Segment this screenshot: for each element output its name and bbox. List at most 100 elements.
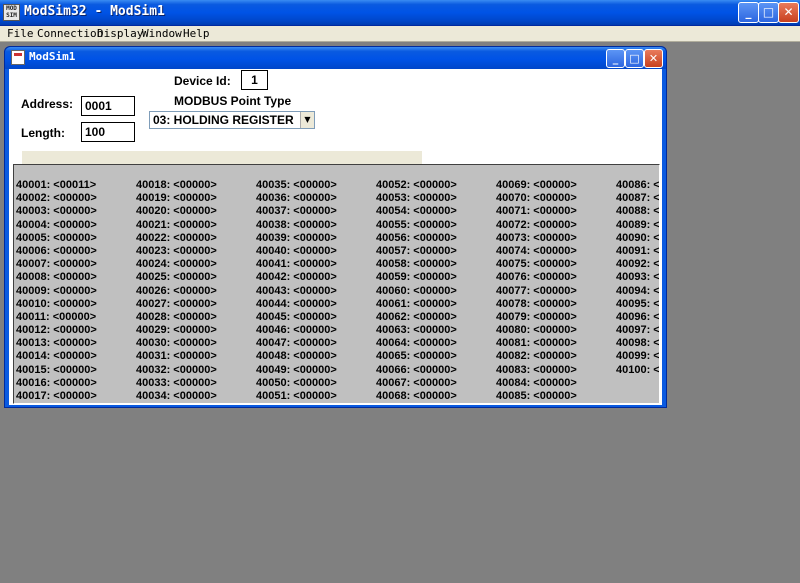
register-entry[interactable]: 40013: <00000> bbox=[16, 337, 97, 350]
register-entry[interactable]: 40018: <00000> bbox=[136, 179, 217, 192]
register-entry[interactable]: 40040: <00000> bbox=[256, 245, 337, 258]
register-entry[interactable]: 40053: <00000> bbox=[376, 192, 457, 205]
menu-connection[interactable]: Connection bbox=[37, 27, 103, 40]
register-entry[interactable]: 40080: <00000> bbox=[496, 324, 577, 337]
register-entry[interactable]: 40098: <0 bbox=[616, 337, 659, 350]
app-maximize-button[interactable]: □ bbox=[758, 2, 779, 23]
register-entry[interactable]: 40083: <00000> bbox=[496, 364, 577, 377]
register-entry[interactable]: 40086: <0 bbox=[616, 179, 659, 192]
app-minimize-button[interactable]: _ bbox=[738, 2, 759, 23]
register-entry[interactable]: 40068: <00000> bbox=[376, 390, 457, 403]
register-entry[interactable]: 40014: <00000> bbox=[16, 350, 97, 363]
register-entry[interactable]: 40026: <00000> bbox=[136, 285, 217, 298]
register-entry[interactable]: 40070: <00000> bbox=[496, 192, 577, 205]
register-entry[interactable]: 40017: <00000> bbox=[16, 390, 97, 403]
register-entry[interactable]: 40058: <00000> bbox=[376, 258, 457, 271]
menu-display[interactable]: Display bbox=[97, 27, 143, 40]
register-entry[interactable]: 40006: <00000> bbox=[16, 245, 97, 258]
register-entry[interactable]: 40049: <00000> bbox=[256, 364, 337, 377]
register-entry[interactable]: 40100: <0 bbox=[616, 364, 659, 377]
modsim-app-icon[interactable]: MOD SIM bbox=[3, 4, 20, 21]
register-entry[interactable]: 40028: <00000> bbox=[136, 311, 217, 324]
register-entry[interactable]: 40042: <00000> bbox=[256, 271, 337, 284]
register-entry[interactable]: 40096: <0 bbox=[616, 311, 659, 324]
point-type-select[interactable]: 03: HOLDING REGISTER ▼ bbox=[149, 111, 315, 129]
register-entry[interactable]: 40016: <00000> bbox=[16, 377, 97, 390]
child-minimize-button[interactable]: _ bbox=[606, 49, 625, 68]
register-entry[interactable]: 40003: <00000> bbox=[16, 205, 97, 218]
register-entry[interactable]: 40002: <00000> bbox=[16, 192, 97, 205]
register-entry[interactable]: 40089: <0 bbox=[616, 219, 659, 232]
register-entry[interactable]: 40075: <00000> bbox=[496, 258, 577, 271]
length-field[interactable]: 100 bbox=[81, 122, 135, 142]
register-entry[interactable]: 40052: <00000> bbox=[376, 179, 457, 192]
register-entry[interactable]: 40056: <00000> bbox=[376, 232, 457, 245]
app-title-bar[interactable]: MOD SIM ModSim32 - ModSim1 _ □ ✕ bbox=[0, 0, 800, 26]
register-entry[interactable]: 40067: <00000> bbox=[376, 377, 457, 390]
register-entry[interactable]: 40073: <00000> bbox=[496, 232, 577, 245]
register-entry[interactable]: 40061: <00000> bbox=[376, 298, 457, 311]
device-id-field[interactable]: 1 bbox=[241, 70, 268, 90]
register-entry[interactable]: 40077: <00000> bbox=[496, 285, 577, 298]
register-entry[interactable]: 40087: <0 bbox=[616, 192, 659, 205]
register-entry[interactable]: 40081: <00000> bbox=[496, 337, 577, 350]
register-entry[interactable]: 40088: <0 bbox=[616, 205, 659, 218]
register-entry[interactable]: 40001: <00011> bbox=[16, 179, 97, 192]
menu-file[interactable]: File bbox=[7, 27, 34, 40]
register-entry[interactable]: 40057: <00000> bbox=[376, 245, 457, 258]
register-entry[interactable]: 40034: <00000> bbox=[136, 390, 217, 403]
register-entry[interactable]: 40047: <00000> bbox=[256, 337, 337, 350]
register-entry[interactable]: 40095: <0 bbox=[616, 298, 659, 311]
register-entry[interactable]: 40090: <0 bbox=[616, 232, 659, 245]
register-entry[interactable]: 40074: <00000> bbox=[496, 245, 577, 258]
register-entry[interactable]: 40029: <00000> bbox=[136, 324, 217, 337]
register-entry[interactable]: 40037: <00000> bbox=[256, 205, 337, 218]
register-entry[interactable]: 40065: <00000> bbox=[376, 350, 457, 363]
register-entry[interactable]: 40023: <00000> bbox=[136, 245, 217, 258]
app-close-button[interactable]: ✕ bbox=[778, 2, 799, 23]
register-entry[interactable]: 40012: <00000> bbox=[16, 324, 97, 337]
register-entry[interactable]: 40024: <00000> bbox=[136, 258, 217, 271]
register-entry[interactable]: 40064: <00000> bbox=[376, 337, 457, 350]
register-entry[interactable]: 40062: <00000> bbox=[376, 311, 457, 324]
register-entry[interactable]: 40078: <00000> bbox=[496, 298, 577, 311]
register-entry[interactable]: 40004: <00000> bbox=[16, 219, 97, 232]
register-entry[interactable]: 40019: <00000> bbox=[136, 192, 217, 205]
menu-window[interactable]: Window bbox=[142, 27, 182, 40]
register-entry[interactable]: 40076: <00000> bbox=[496, 271, 577, 284]
register-entry[interactable]: 40020: <00000> bbox=[136, 205, 217, 218]
register-entry[interactable]: 40039: <00000> bbox=[256, 232, 337, 245]
register-entry[interactable]: 40011: <00000> bbox=[16, 311, 97, 324]
address-field[interactable]: 0001 bbox=[81, 96, 135, 116]
register-entry[interactable]: 40054: <00000> bbox=[376, 205, 457, 218]
register-entry[interactable]: 40045: <00000> bbox=[256, 311, 337, 324]
register-entry[interactable]: 40093: <0 bbox=[616, 271, 659, 284]
register-entry[interactable]: 40063: <00000> bbox=[376, 324, 457, 337]
register-entry[interactable]: 40022: <00000> bbox=[136, 232, 217, 245]
register-entry[interactable]: 40015: <00000> bbox=[16, 364, 97, 377]
menu-help[interactable]: Help bbox=[183, 27, 210, 40]
register-entry[interactable]: 40025: <00000> bbox=[136, 271, 217, 284]
register-entry[interactable]: 40008: <00000> bbox=[16, 271, 97, 284]
register-entry[interactable]: 40079: <00000> bbox=[496, 311, 577, 324]
register-display-grid[interactable]: 40001: <00011> 40002: <00000> 40003: <0000… bbox=[13, 164, 660, 404]
register-entry[interactable]: 40027: <00000> bbox=[136, 298, 217, 311]
child-maximize-button[interactable]: □ bbox=[625, 49, 644, 68]
register-entry[interactable]: 40050: <00000> bbox=[256, 377, 337, 390]
register-entry[interactable]: 40066: <00000> bbox=[376, 364, 457, 377]
register-entry[interactable]: 40094: <0 bbox=[616, 285, 659, 298]
child-close-button[interactable]: ✕ bbox=[644, 49, 663, 68]
register-entry[interactable]: 40091: <0 bbox=[616, 245, 659, 258]
register-entry[interactable]: 40072: <00000> bbox=[496, 219, 577, 232]
register-entry[interactable]: 40036: <00000> bbox=[256, 192, 337, 205]
register-entry[interactable]: 40085: <00000> bbox=[496, 390, 577, 403]
register-entry[interactable]: 40010: <00000> bbox=[16, 298, 97, 311]
register-entry[interactable]: 40051: <00000> bbox=[256, 390, 337, 403]
register-entry[interactable]: 40007: <00000> bbox=[16, 258, 97, 271]
register-entry[interactable]: 40032: <00000> bbox=[136, 364, 217, 377]
register-entry[interactable]: 40055: <00000> bbox=[376, 219, 457, 232]
document-icon[interactable] bbox=[11, 50, 25, 65]
register-entry[interactable]: 40033: <00000> bbox=[136, 377, 217, 390]
register-entry[interactable]: 40071: <00000> bbox=[496, 205, 577, 218]
register-entry[interactable]: 40038: <00000> bbox=[256, 219, 337, 232]
